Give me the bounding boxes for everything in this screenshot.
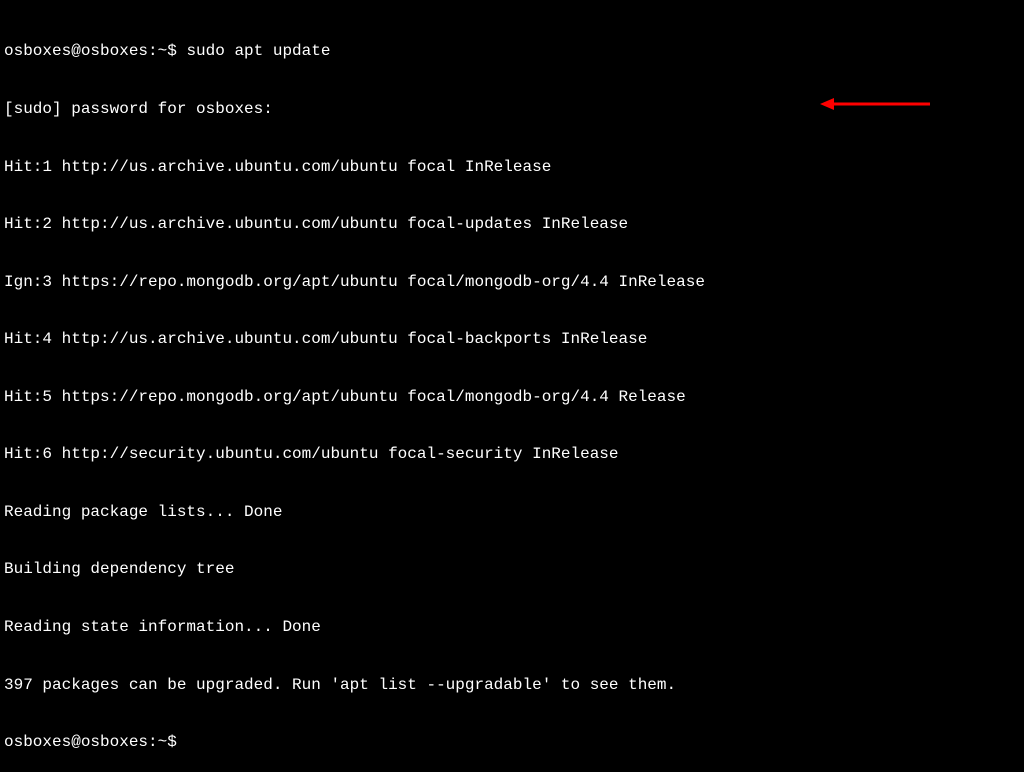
terminal-line-highlighted: Ign:3 https://repo.mongodb.org/apt/ubunt… xyxy=(4,273,1020,292)
terminal-line-prompt: osboxes@osboxes:~$ xyxy=(4,733,1020,752)
terminal-line: Hit:5 https://repo.mongodb.org/apt/ubunt… xyxy=(4,388,1020,407)
terminal-line: [sudo] password for osboxes: xyxy=(4,100,1020,119)
command: sudo apt update xyxy=(186,42,330,60)
terminal-line-prompt: osboxes@osboxes:~$ sudo apt update xyxy=(4,42,1020,61)
terminal-line: Building dependency tree xyxy=(4,560,1020,579)
terminal-line: Hit:4 http://us.archive.ubuntu.com/ubunt… xyxy=(4,330,1020,349)
terminal-line: Hit:1 http://us.archive.ubuntu.com/ubunt… xyxy=(4,158,1020,177)
prompt: osboxes@osboxes:~$ xyxy=(4,733,186,751)
terminal-output[interactable]: osboxes@osboxes:~$ sudo apt update [sudo… xyxy=(4,4,1020,772)
terminal-line: Hit:2 http://us.archive.ubuntu.com/ubunt… xyxy=(4,215,1020,234)
terminal-line: Reading state information... Done xyxy=(4,618,1020,637)
terminal-line: 397 packages can be upgraded. Run 'apt l… xyxy=(4,676,1020,695)
prompt: osboxes@osboxes:~$ xyxy=(4,42,186,60)
terminal-line: Reading package lists... Done xyxy=(4,503,1020,522)
terminal-line: Hit:6 http://security.ubuntu.com/ubuntu … xyxy=(4,445,1020,464)
